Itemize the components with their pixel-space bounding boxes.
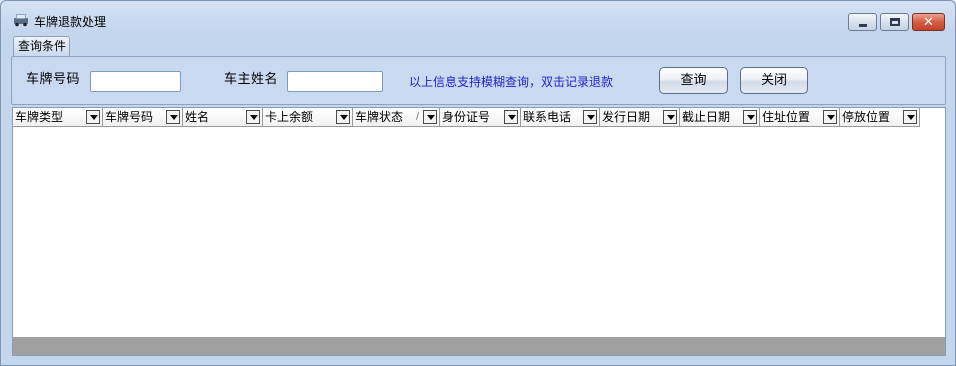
column-label: 车牌状态 (355, 110, 404, 124)
refund-window: 车牌退款处理 ✕ 查询条件 车牌号码 车主姓名 以上信息支持模糊查询，双击记录退… (0, 0, 956, 366)
dropdown-arrow-icon[interactable] (663, 110, 677, 124)
column-label: 车牌类型 (15, 110, 64, 124)
minimize-icon (858, 23, 867, 27)
dropdown-arrow-icon[interactable] (166, 110, 180, 124)
tab-query-conditions[interactable]: 查询条件 (13, 36, 70, 56)
minimize-button[interactable] (848, 13, 877, 31)
column-header-plate-type[interactable]: 车牌类型 (13, 108, 103, 127)
column-label: 身份证号 (442, 110, 491, 124)
column-header-card-balance[interactable]: 卡上余额 (263, 108, 353, 127)
column-label: 停放位置 (842, 110, 891, 124)
column-header-plate-number[interactable]: 车牌号码 (103, 108, 183, 127)
maximize-button[interactable] (880, 13, 909, 31)
owner-name-input[interactable] (287, 71, 383, 92)
column-label: 发行日期 (602, 110, 651, 124)
sort-indicator-icon: / (415, 112, 419, 122)
query-panel: 车牌号码 车主姓名 以上信息支持模糊查询，双击记录退款 查询 关闭 (11, 56, 946, 105)
dropdown-arrow-icon[interactable] (336, 110, 350, 124)
grid-footer-bar (13, 337, 945, 355)
column-label: 联系电话 (523, 110, 572, 124)
column-header-parking-location[interactable]: 停放位置 (840, 108, 920, 127)
fuzzy-search-hint: 以上信息支持模糊查询，双击记录退款 (409, 75, 614, 89)
close-button[interactable]: 关闭 (740, 67, 808, 94)
dropdown-arrow-icon[interactable] (743, 110, 757, 124)
close-window-button[interactable]: ✕ (912, 13, 945, 31)
window-title: 车牌退款处理 (34, 15, 107, 29)
column-header-expiry-date[interactable]: 截止日期 (680, 108, 760, 127)
column-header-plate-status[interactable]: 车牌状态 / (353, 108, 440, 127)
dropdown-arrow-icon[interactable] (903, 110, 917, 124)
query-button[interactable]: 查询 (659, 67, 728, 94)
column-label: 卡上余额 (265, 110, 314, 124)
dropdown-arrow-icon[interactable] (86, 110, 100, 124)
plate-number-input[interactable] (90, 71, 181, 92)
records-grid[interactable]: 车牌类型 车牌号码 姓名 卡上余额 车牌状态 / 身份证号 联系电话 发行日期 … (12, 107, 946, 356)
column-header-address[interactable]: 住址位置 (760, 108, 840, 127)
car-icon (14, 14, 28, 27)
close-icon: ✕ (923, 14, 934, 30)
title-bar: 车牌退款处理 ✕ (1, 1, 955, 33)
column-label: 车牌号码 (105, 110, 154, 124)
column-header-name[interactable]: 姓名 (183, 108, 263, 127)
plate-number-label: 车牌号码 (26, 72, 81, 87)
column-label: 姓名 (185, 110, 210, 124)
column-label: 住址位置 (762, 110, 811, 124)
grid-header: 车牌类型 车牌号码 姓名 卡上余额 车牌状态 / 身份证号 联系电话 发行日期 … (13, 108, 920, 127)
dropdown-arrow-icon[interactable] (504, 110, 518, 124)
dropdown-arrow-icon[interactable] (583, 110, 597, 124)
column-header-phone[interactable]: 联系电话 (521, 108, 600, 127)
column-header-issue-date[interactable]: 发行日期 (600, 108, 680, 127)
column-header-id-number[interactable]: 身份证号 (440, 108, 521, 127)
owner-name-label: 车主姓名 (224, 72, 279, 87)
dropdown-arrow-icon[interactable] (423, 110, 437, 124)
dropdown-arrow-icon[interactable] (246, 110, 260, 124)
dropdown-arrow-icon[interactable] (823, 110, 837, 124)
maximize-icon (889, 18, 900, 26)
column-label: 截止日期 (682, 110, 731, 124)
